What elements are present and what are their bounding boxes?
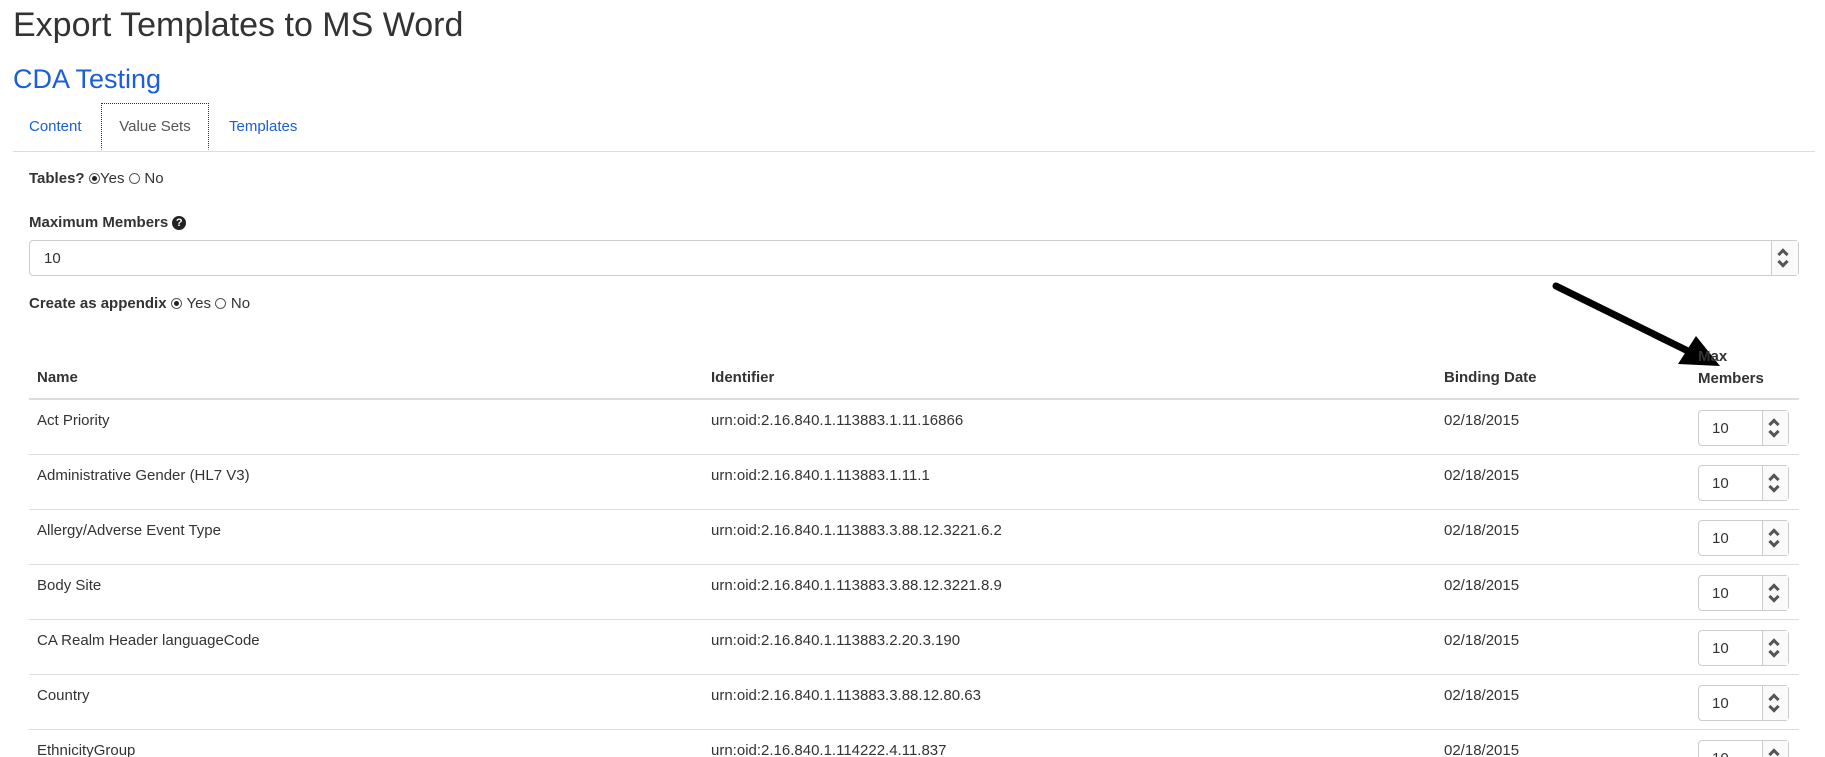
row-max-members-input[interactable]: 10 xyxy=(1698,575,1789,611)
tables-no-radio[interactable] xyxy=(128,173,140,184)
table-row: Administrative Gender (HL7 V3) urn:oid:2… xyxy=(29,455,1799,510)
appendix-label: Create as appendix xyxy=(29,295,167,312)
value-set-table-body: Act Priority urn:oid:2.16.840.1.113883.1… xyxy=(29,400,1799,757)
max-members-value: 10 xyxy=(44,250,61,267)
column-header-binding-date: Binding Date xyxy=(1444,369,1537,386)
row-binding-date: 02/18/2015 xyxy=(1444,687,1520,704)
row-name: EthnicityGroup xyxy=(37,742,136,757)
table-row: Allergy/Adverse Event Type urn:oid:2.16.… xyxy=(29,510,1799,565)
stepper-icon[interactable] xyxy=(1762,521,1788,555)
row-max-members-input[interactable]: 10 xyxy=(1698,685,1789,721)
row-max-members-value: 10 xyxy=(1712,695,1729,712)
row-max-members-input[interactable]: 10 xyxy=(1698,630,1789,666)
row-identifier: urn:oid:2.16.840.1.113883.3.88.12.3221.8… xyxy=(711,577,1002,594)
column-header-identifier: Identifier xyxy=(711,369,775,386)
row-max-members-input[interactable]: 10 xyxy=(1698,520,1789,556)
max-members-label: Maximum Members xyxy=(29,214,169,231)
row-name: Administrative Gender (HL7 V3) xyxy=(37,467,250,484)
row-max-members-input[interactable]: 10 xyxy=(1698,740,1789,757)
row-max-members-value: 10 xyxy=(1712,640,1729,657)
row-binding-date: 02/18/2015 xyxy=(1444,412,1520,429)
tab-templates[interactable]: Templates xyxy=(229,103,297,151)
tables-option-row: Tables? Yes No xyxy=(29,170,164,188)
row-max-members-value: 10 xyxy=(1712,475,1729,492)
row-identifier: urn:oid:2.16.840.1.113883.3.88.12.80.63 xyxy=(711,687,981,704)
max-members-input[interactable]: 10 xyxy=(29,240,1799,276)
stepper-icon[interactable] xyxy=(1762,466,1788,500)
row-name: Allergy/Adverse Event Type xyxy=(37,522,221,539)
tables-yes-radio[interactable] xyxy=(89,173,101,184)
row-identifier: urn:oid:2.16.840.1.114222.4.11.837 xyxy=(711,742,947,757)
table-row: Act Priority urn:oid:2.16.840.1.113883.1… xyxy=(29,400,1799,455)
table-row: Body Site urn:oid:2.16.840.1.113883.3.88… xyxy=(29,565,1799,620)
appendix-yes-radio[interactable] xyxy=(171,298,183,309)
table-row: Country urn:oid:2.16.840.1.113883.3.88.1… xyxy=(29,675,1799,730)
stepper-icon[interactable] xyxy=(1771,241,1798,275)
max-members-label-row: Maximum Members? xyxy=(29,214,187,232)
appendix-no-label: No xyxy=(230,295,251,312)
row-max-members-value: 10 xyxy=(1712,530,1729,547)
appendix-no-radio[interactable] xyxy=(215,298,227,309)
stepper-icon[interactable] xyxy=(1762,411,1788,445)
row-name: Act Priority xyxy=(37,412,110,429)
stepper-icon[interactable] xyxy=(1762,576,1788,610)
tables-label: Tables? xyxy=(29,170,85,187)
row-binding-date: 02/18/2015 xyxy=(1444,577,1520,594)
row-binding-date: 02/18/2015 xyxy=(1444,632,1520,649)
row-identifier: urn:oid:2.16.840.1.113883.1.11.16866 xyxy=(711,412,964,429)
appendix-yes-label: Yes xyxy=(186,295,211,312)
row-binding-date: 02/18/2015 xyxy=(1444,467,1520,484)
tab-value-sets[interactable]: Value Sets xyxy=(101,103,209,150)
stepper-icon[interactable] xyxy=(1762,631,1788,665)
row-identifier: urn:oid:2.16.840.1.113883.1.11.1 xyxy=(711,467,930,484)
export-page: Export Templates to MS Word CDA Testing … xyxy=(0,0,1825,757)
row-max-members-value: 10 xyxy=(1712,420,1729,437)
appendix-option-row: Create as appendix Yes No xyxy=(29,295,250,313)
column-header-max-line1: Max xyxy=(1698,348,1728,365)
stepper-icon[interactable] xyxy=(1762,686,1788,720)
column-header-name: Name xyxy=(37,369,78,386)
table-row: CA Realm Header languageCode urn:oid:2.1… xyxy=(29,620,1799,675)
stepper-icon[interactable] xyxy=(1762,741,1788,757)
row-name: Body Site xyxy=(37,577,102,594)
column-header-max-line2: Members xyxy=(1698,370,1764,387)
table-row: EthnicityGroup urn:oid:2.16.840.1.114222… xyxy=(29,730,1799,757)
row-max-members-input[interactable]: 10 xyxy=(1698,465,1789,501)
column-header-max-members: Max Members xyxy=(1698,346,1764,390)
row-max-members-value: 10 xyxy=(1712,750,1729,757)
row-identifier: urn:oid:2.16.840.1.113883.3.88.12.3221.6… xyxy=(711,522,1002,539)
row-max-members-value: 10 xyxy=(1712,585,1729,602)
row-binding-date: 02/18/2015 xyxy=(1444,522,1520,539)
row-name: CA Realm Header languageCode xyxy=(37,632,260,649)
row-name: Country xyxy=(37,687,90,704)
row-max-members-input[interactable]: 10 xyxy=(1698,410,1789,446)
row-identifier: urn:oid:2.16.840.1.113883.2.20.3.190 xyxy=(711,632,961,649)
tables-no-label: No xyxy=(144,170,164,187)
page-title: Export Templates to MS Word xyxy=(13,6,464,44)
help-icon[interactable]: ? xyxy=(172,216,187,230)
row-binding-date: 02/18/2015 xyxy=(1444,742,1520,757)
tab-bar: Content Value Sets Templates xyxy=(13,103,1815,152)
implementation-guide-link[interactable]: CDA Testing xyxy=(13,64,161,95)
tables-yes-label: Yes xyxy=(100,170,125,187)
tab-content[interactable]: Content xyxy=(29,103,82,151)
